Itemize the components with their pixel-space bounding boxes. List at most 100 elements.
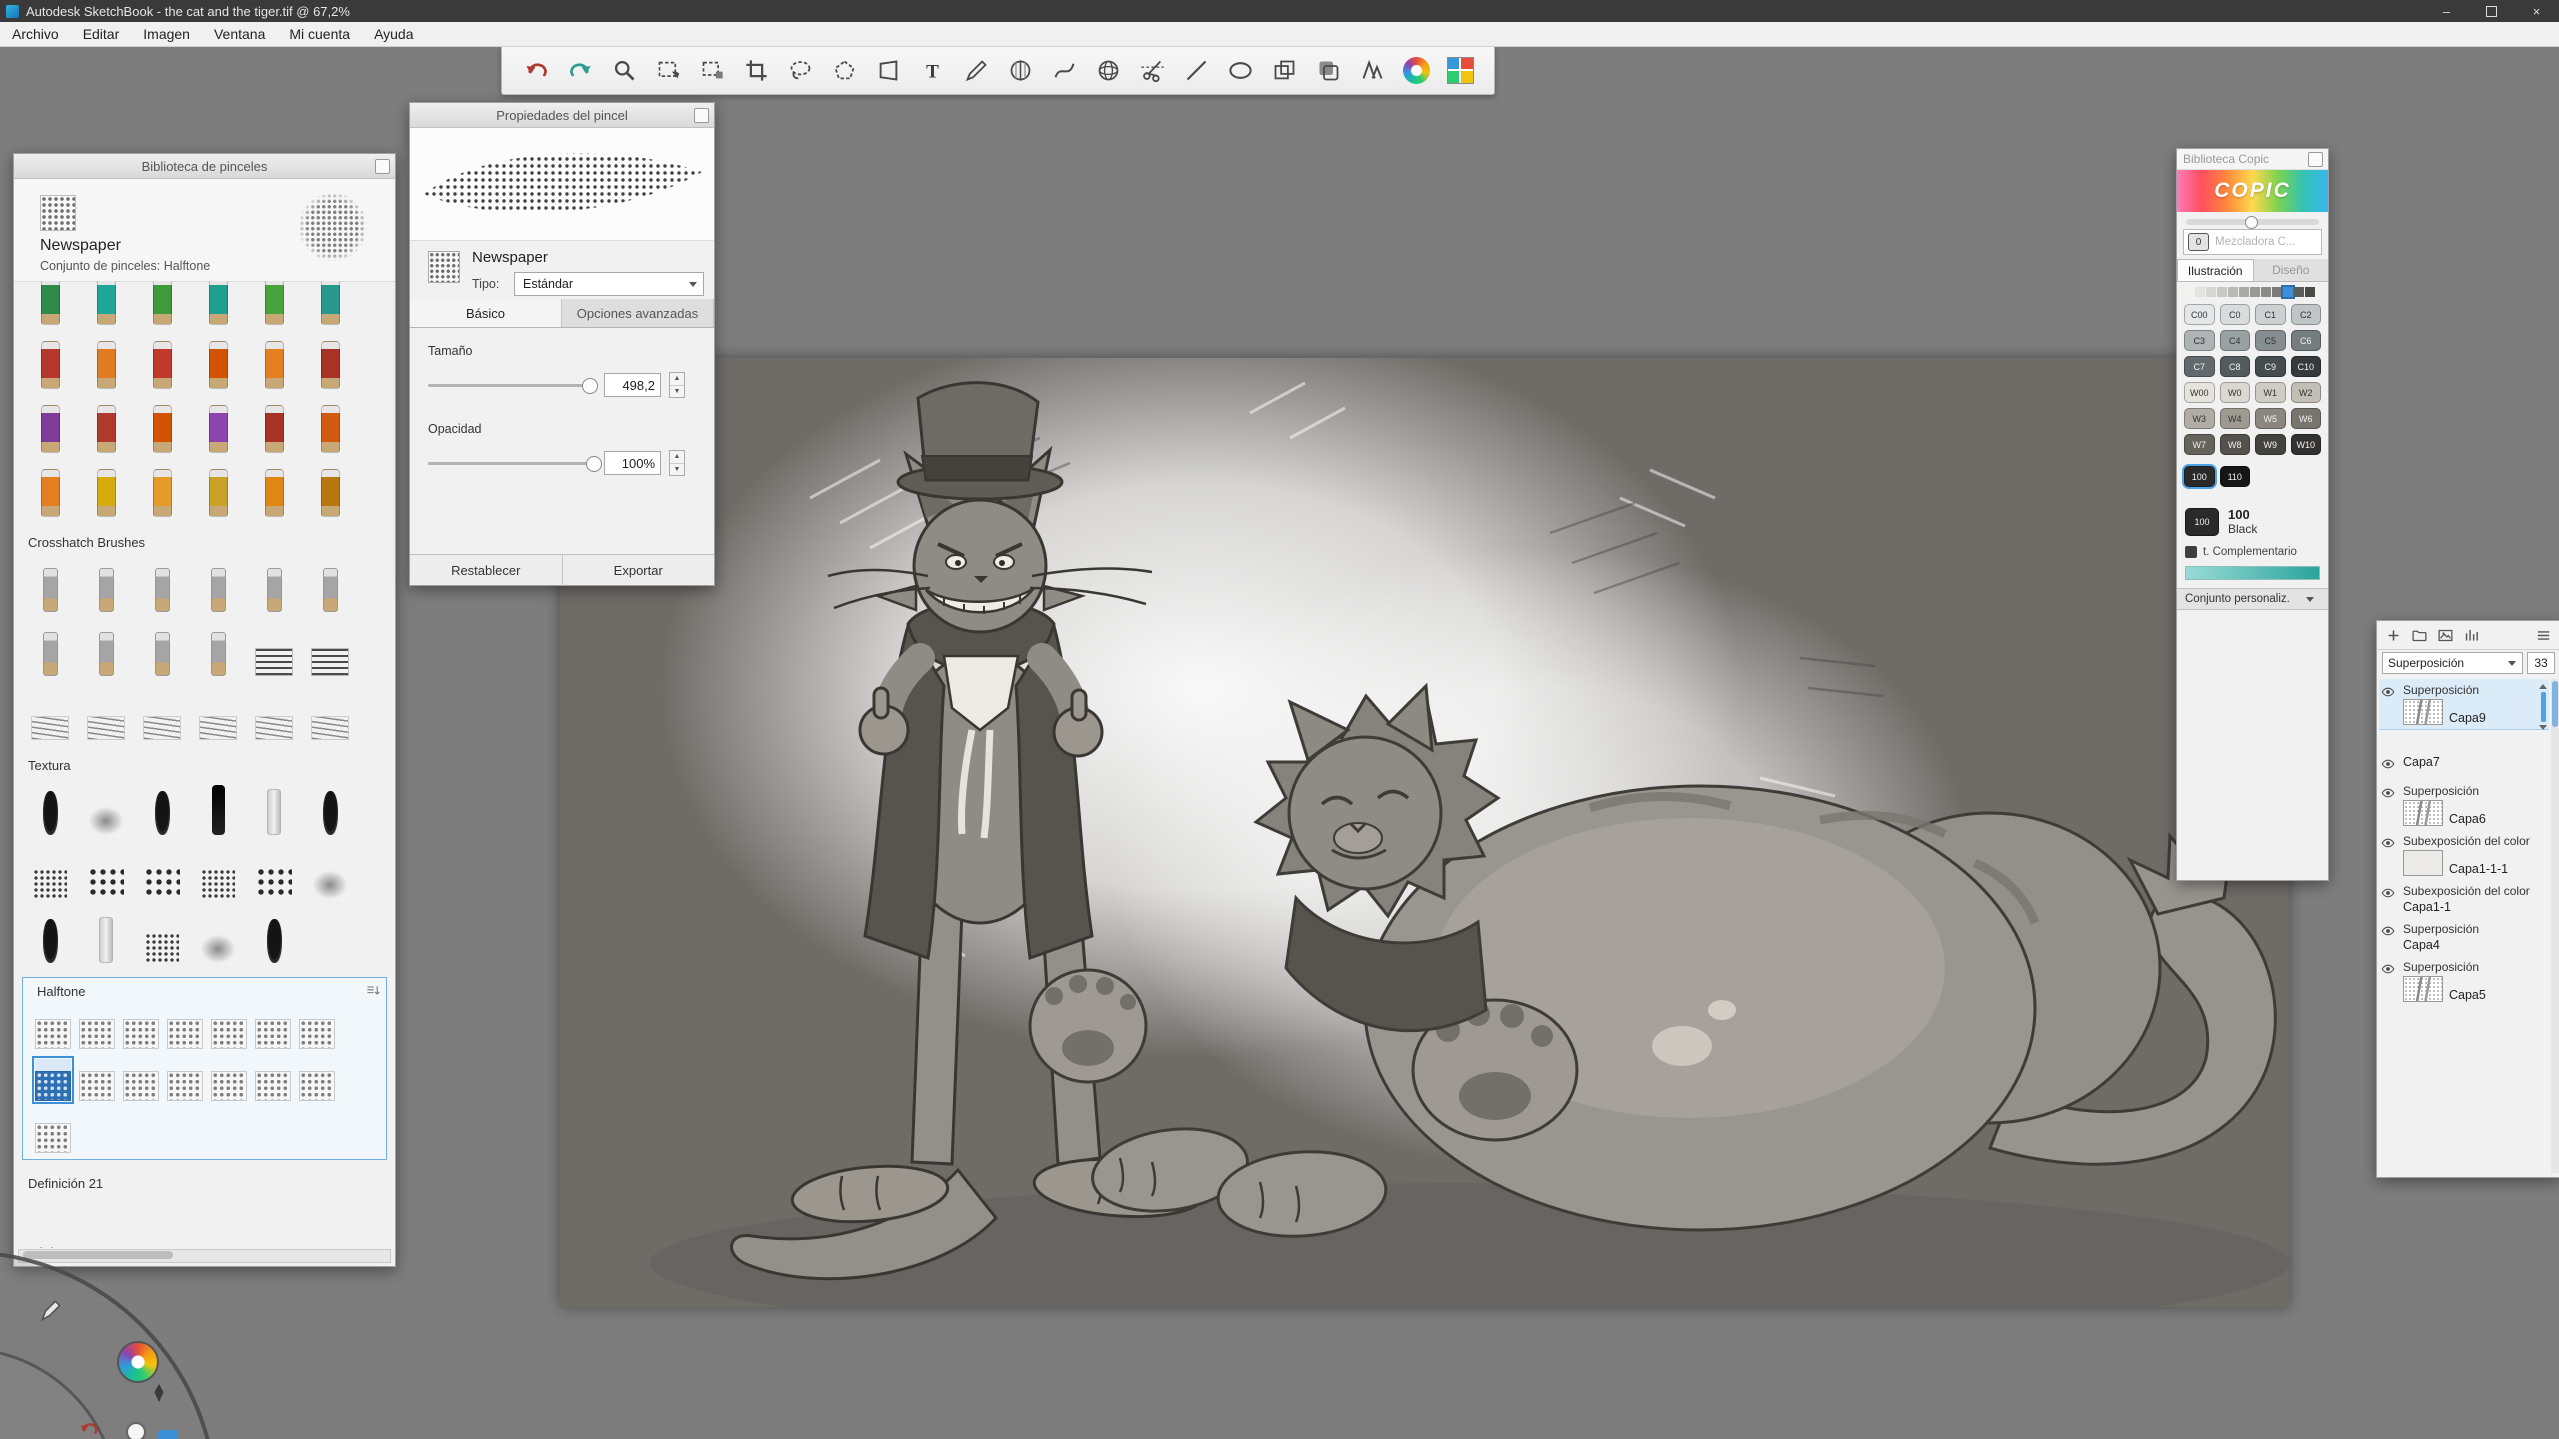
family-swatch[interactable]: [2217, 287, 2227, 297]
brush-item[interactable]: [299, 1007, 335, 1049]
brush-item[interactable]: [255, 1059, 291, 1101]
brush-item[interactable]: [86, 281, 126, 325]
line-tool-icon[interactable]: [1176, 50, 1216, 90]
scrollbar-thumb[interactable]: [23, 1251, 173, 1259]
brush-item[interactable]: [142, 847, 182, 899]
family-swatch[interactable]: [2195, 287, 2205, 297]
distort-tool-icon[interactable]: [868, 50, 908, 90]
blend-mode-select[interactable]: Superposición: [2382, 652, 2523, 674]
text-tool-icon[interactable]: T: [912, 50, 952, 90]
brush-item[interactable]: [198, 401, 238, 453]
brush-item[interactable]: [123, 1059, 159, 1101]
brush-item[interactable]: [30, 624, 70, 676]
brush-item[interactable]: [142, 624, 182, 676]
stepper-up-icon[interactable]: ▲: [670, 451, 684, 464]
brush-item[interactable]: [142, 401, 182, 453]
stepper-up-icon[interactable]: ▲: [670, 373, 684, 386]
import-image-icon[interactable]: [2437, 627, 2454, 644]
brush-item[interactable]: [86, 624, 126, 676]
copic-swatch-w4[interactable]: W4: [2220, 408, 2251, 429]
copic-swatch-w10[interactable]: W10: [2291, 434, 2322, 455]
visibility-eye-icon[interactable]: [2381, 683, 2399, 725]
symmetry-tool-icon[interactable]: [1000, 50, 1040, 90]
family-swatch[interactable]: [2272, 287, 2282, 297]
rectangle-tool-icon[interactable]: [1264, 50, 1304, 90]
brush-item[interactable]: [254, 337, 294, 389]
menu-mi-cuenta[interactable]: Mi cuenta: [277, 22, 362, 46]
layer-row-capa4[interactable]: SuperposiciónCapa4: [2379, 918, 2549, 956]
brush-item[interactable]: [35, 1007, 71, 1049]
visibility-eye-icon[interactable]: [2381, 755, 2399, 776]
layer-thumbnail[interactable]: [2403, 850, 2443, 876]
brush-item[interactable]: [254, 465, 294, 517]
brush-item[interactable]: [310, 337, 350, 389]
scrollbar-thumb[interactable]: [2552, 681, 2558, 727]
ellipse-tool-icon[interactable]: [1220, 50, 1260, 90]
adjustments-icon[interactable]: [2463, 627, 2480, 644]
selection-tool-icon[interactable]: [648, 50, 688, 90]
polyline-tool-icon[interactable]: [824, 50, 864, 90]
brush-item[interactable]: [254, 281, 294, 325]
panel-menu-icon[interactable]: [2308, 152, 2323, 167]
brush-item[interactable]: [30, 337, 70, 389]
brush-item[interactable]: [198, 783, 238, 835]
layer-down-icon[interactable]: [2539, 725, 2547, 730]
family-swatch[interactable]: [2206, 287, 2216, 297]
brush-item[interactable]: [142, 281, 182, 325]
visibility-eye-icon[interactable]: [2381, 960, 2399, 1002]
menu-imagen[interactable]: Imagen: [131, 22, 202, 46]
brush-item[interactable]: [30, 281, 70, 325]
brush-item[interactable]: [30, 688, 70, 740]
copic-swatch-w1[interactable]: W1: [2255, 382, 2286, 403]
visibility-eye-icon[interactable]: [2381, 922, 2399, 952]
brush-properties-header[interactable]: Propiedades del pincel: [410, 103, 714, 128]
copic-swatch-c6[interactable]: C6: [2291, 330, 2322, 351]
brush-type-select[interactable]: Estándar: [514, 272, 704, 296]
brush-item[interactable]: [142, 911, 182, 963]
complementary-swatch[interactable]: [2185, 546, 2197, 558]
brush-item[interactable]: [167, 1059, 203, 1101]
triangles-tool-icon[interactable]: [1352, 50, 1392, 90]
slider-thumb[interactable]: [582, 378, 598, 394]
brush-item[interactable]: [310, 401, 350, 453]
copic-swatch-w6[interactable]: W6: [2291, 408, 2322, 429]
brush-item[interactable]: [254, 688, 294, 740]
complementary-row[interactable]: t. Complementario: [2185, 546, 2320, 558]
brush-item[interactable]: [79, 1059, 115, 1101]
brush-item[interactable]: [310, 560, 350, 612]
brush-item[interactable]: [310, 688, 350, 740]
brush-item[interactable]: [198, 560, 238, 612]
copic-swatch-w8[interactable]: W8: [2220, 434, 2251, 455]
copic-swatch-c3[interactable]: C3: [2184, 330, 2215, 351]
copic-swatch-c00[interactable]: C00: [2184, 304, 2215, 325]
zoom-tool-icon[interactable]: [604, 50, 644, 90]
copic-swatch-110[interactable]: 110: [2220, 466, 2251, 487]
brush-item[interactable]: [198, 688, 238, 740]
brush-item[interactable]: [310, 783, 350, 835]
brush-item[interactable]: [198, 624, 238, 676]
copic-swatch-c4[interactable]: C4: [2220, 330, 2251, 351]
menu-ayuda[interactable]: Ayuda: [362, 22, 425, 46]
copic-swatch-c0[interactable]: C0: [2220, 304, 2251, 325]
panel-menu-icon[interactable]: [2535, 627, 2552, 644]
brush-item[interactable]: [123, 1007, 159, 1049]
brush-item[interactable]: [30, 560, 70, 612]
palette-tool-icon[interactable]: [1440, 50, 1480, 90]
brush-item[interactable]: [198, 465, 238, 517]
copic-swatch-w2[interactable]: W2: [2291, 382, 2322, 403]
stepper[interactable]: ▲▼: [669, 372, 685, 398]
brush-item[interactable]: [310, 281, 350, 325]
family-swatch[interactable]: [2228, 287, 2238, 297]
layer-row-capa9[interactable]: SuperposiciónCapa9: [2379, 679, 2549, 729]
layer-thumbnail[interactable]: [2403, 976, 2443, 1002]
brush-item[interactable]: [86, 783, 126, 835]
brush-item[interactable]: [30, 783, 70, 835]
family-swatch[interactable]: [2261, 287, 2271, 297]
new-folder-icon[interactable]: [2411, 627, 2428, 644]
brush-item[interactable]: [142, 560, 182, 612]
brush-item[interactable]: [310, 465, 350, 517]
menu-editar[interactable]: Editar: [71, 22, 132, 46]
copic-swatch-c2[interactable]: C2: [2291, 304, 2322, 325]
brush-item[interactable]: [254, 560, 294, 612]
props-tab-opciones-avanzadas[interactable]: Opciones avanzadas: [562, 299, 714, 327]
